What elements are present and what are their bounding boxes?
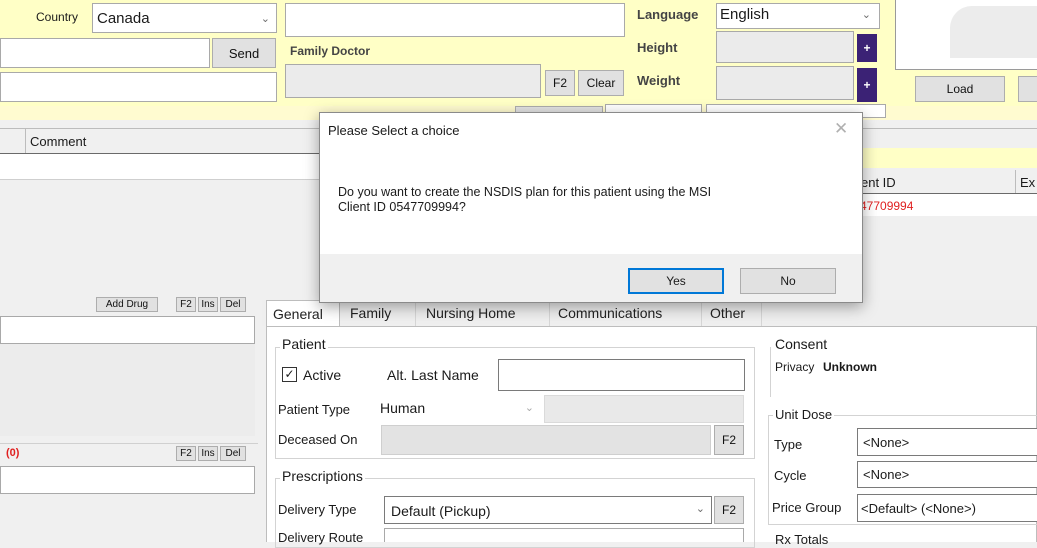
price-group-label: Price Group	[772, 500, 842, 515]
privacy-label: Privacy	[775, 360, 815, 374]
family-doctor-field[interactable]	[285, 64, 541, 98]
delivery-type-label: Delivery Type	[278, 502, 357, 517]
deceased-on-f2-button[interactable]: F2	[714, 425, 744, 455]
tab-communications[interactable]: Communications	[552, 300, 702, 326]
drugs-ins-button[interactable]: Ins	[198, 297, 218, 312]
tab-general[interactable]: General	[266, 300, 340, 326]
height-field[interactable]	[716, 31, 854, 63]
weight-label: Weight	[637, 73, 681, 88]
patient-type-value: Human	[380, 400, 426, 416]
chevron-down-icon: ⌄	[695, 503, 705, 515]
no-button[interactable]: No	[740, 268, 836, 294]
drugs-list-bottom[interactable]	[0, 466, 255, 494]
unit-dose-cycle-label: Cycle	[774, 468, 807, 483]
comment-column-divider	[25, 129, 26, 153]
language-value: English	[720, 6, 770, 23]
deceased-on-label: Deceased On	[278, 432, 358, 447]
drugs2-f2-button[interactable]: F2	[176, 446, 196, 461]
price-group-select[interactable]: <Default> (<None>)	[857, 494, 1037, 522]
patient-type-detail-field[interactable]	[544, 395, 744, 423]
ids-table-yellow-bar	[863, 148, 1037, 168]
ids-table-client-id-value: 47709994	[860, 199, 914, 213]
active-checkbox-label: Active	[303, 367, 342, 383]
privacy-value: Unknown	[823, 360, 877, 374]
country-label: Country	[36, 10, 79, 24]
load-photo-button[interactable]: Load	[915, 76, 1005, 102]
left-second-input[interactable]	[0, 72, 277, 102]
unit-dose-type-select[interactable]: <None>	[857, 428, 1037, 456]
comment-column-header: Comment	[30, 134, 87, 149]
delivery-route-select[interactable]	[384, 528, 744, 542]
drugs-f2-button[interactable]: F2	[176, 297, 196, 312]
family-doctor-clear-button[interactable]: Clear	[578, 70, 624, 96]
left-top-input[interactable]	[0, 38, 210, 68]
language-select[interactable]: English ⌄	[716, 3, 880, 29]
rx-totals-label: Rx Totals	[775, 532, 829, 547]
dialog-footer: Yes No	[320, 254, 862, 302]
delivery-type-f2-button[interactable]: F2	[714, 496, 744, 524]
height-label: Height	[637, 40, 678, 55]
tab-family[interactable]: Family	[344, 300, 416, 326]
dialog-close-icon[interactable]: ✕	[834, 119, 848, 139]
patient-group-label: Patient	[280, 336, 328, 352]
drugs-count-label: (0)	[6, 447, 20, 459]
consent-group-label: Consent	[775, 336, 828, 352]
photo-frame	[895, 0, 1037, 70]
address-field[interactable]	[285, 3, 625, 37]
weight-plus-button[interactable]: +	[857, 68, 877, 102]
alt-last-name-input[interactable]	[498, 359, 745, 391]
delivery-route-label: Delivery Route	[278, 530, 364, 545]
chevron-down-icon: ⌄	[524, 402, 534, 414]
unit-dose-cycle-select[interactable]: <None>	[857, 461, 1037, 488]
prescriptions-group-label: Prescriptions	[280, 468, 365, 484]
active-checkbox[interactable]: ✓	[282, 367, 297, 382]
drugs-list-top[interactable]	[0, 316, 255, 344]
patient-type-label: Patient Type	[278, 402, 351, 417]
choice-dialog: Please Select a choice ✕ Do you want to …	[319, 112, 863, 303]
price-group-value: <Default> (<None>)	[861, 501, 976, 516]
ids-table-header-exp: Ex	[1020, 175, 1036, 190]
family-doctor-f2-button[interactable]: F2	[545, 70, 575, 96]
send-button[interactable]: Send	[212, 38, 276, 68]
yes-button[interactable]: Yes	[628, 268, 724, 294]
chevron-down-icon: ⌄	[260, 13, 270, 25]
ids-table-header-client-id: ent ID	[861, 175, 896, 190]
tab-nursing-home[interactable]: Nursing Home	[420, 300, 550, 326]
patient-type-select[interactable]: Human ⌄	[376, 395, 542, 423]
drugs2-ins-button[interactable]: Ins	[198, 446, 218, 461]
tab-other[interactable]: Other	[704, 300, 762, 326]
height-plus-button[interactable]: +	[857, 34, 877, 62]
language-label: Language	[637, 7, 699, 22]
drugs-del-button[interactable]: Del	[220, 297, 246, 312]
consent-group-line	[770, 347, 771, 397]
unit-dose-type-value: <None>	[863, 435, 910, 450]
unit-dose-group-label: Unit Dose	[773, 407, 835, 422]
unit-dose-type-label: Type	[774, 437, 803, 452]
photo-placeholder	[950, 6, 1037, 58]
dialog-title: Please Select a choice	[328, 123, 460, 138]
alt-last-name-label: Alt. Last Name	[387, 367, 479, 383]
country-value: Canada	[97, 10, 150, 27]
drugs2-del-button[interactable]: Del	[220, 446, 246, 461]
photo-next-button[interactable]	[1018, 76, 1037, 102]
dialog-message-line2: Client ID 0547709994?	[338, 200, 466, 214]
family-doctor-label: Family Doctor	[290, 44, 371, 58]
drugs-list-body	[0, 344, 255, 436]
chevron-down-icon: ⌄	[861, 9, 871, 21]
country-select[interactable]: Canada ⌄	[92, 3, 277, 33]
deceased-on-field[interactable]	[381, 425, 711, 455]
weight-field[interactable]	[716, 66, 854, 100]
add-drug-button[interactable]: Add Drug	[96, 297, 158, 312]
dialog-message-line1: Do you want to create the NSDIS plan for…	[338, 185, 712, 199]
comment-row[interactable]	[0, 154, 330, 180]
delivery-type-value: Default (Pickup)	[391, 503, 491, 519]
unit-dose-cycle-value: <None>	[863, 467, 910, 482]
delivery-type-select[interactable]: Default (Pickup) ⌄	[384, 496, 712, 524]
